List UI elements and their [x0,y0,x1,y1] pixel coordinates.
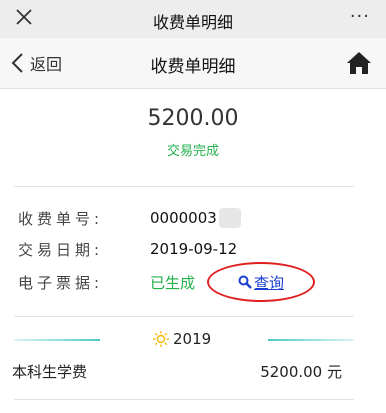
window-titlebar: 收费单明细 ··· [0,0,386,38]
decorative-line-left [14,339,100,341]
divider [14,316,354,317]
receipt-number-label: 收费单号: [18,209,104,228]
transaction-date-value: 2019-09-12 [150,240,238,258]
divider [14,399,354,400]
e-invoice-label: 电子票据: [18,273,104,292]
divider [14,186,354,187]
window-title: 收费单明细 [152,13,233,32]
sun-icon [153,331,169,347]
fee-item-row: 本科生学费 5200.00 元 [12,359,342,383]
transaction-date-label: 交易日期: [18,240,104,259]
detail-row-transaction-date: 交易日期: 2019-09-12 [18,237,358,261]
home-icon[interactable] [346,50,372,76]
fee-item-name: 本科生学费 [12,362,88,381]
e-invoice-status: 已生成 [150,273,196,292]
receipt-number-value: 0000003 [150,209,217,227]
year-section-header: 2019 [0,326,386,354]
invoice-query-link[interactable]: 查询 [207,262,315,302]
page-title: 收费单明细 [150,57,236,77]
year-text: 2019 [173,330,212,348]
decorative-line-right [268,339,354,341]
navigation-bar: 返回 收费单明细 [0,38,386,89]
detail-row-receipt-number: 收费单号: 0000003 [18,206,358,230]
year-label-group: 2019 [152,330,211,348]
redaction-mask [218,208,241,228]
transaction-status: 交易完成 [166,144,219,159]
more-options-button[interactable]: ··· [350,6,370,27]
fee-item-amount: 5200.00 元 [260,362,342,381]
payment-amount: 5200.00 [147,106,239,131]
search-icon [238,275,252,289]
query-label: 查询 [253,273,284,292]
